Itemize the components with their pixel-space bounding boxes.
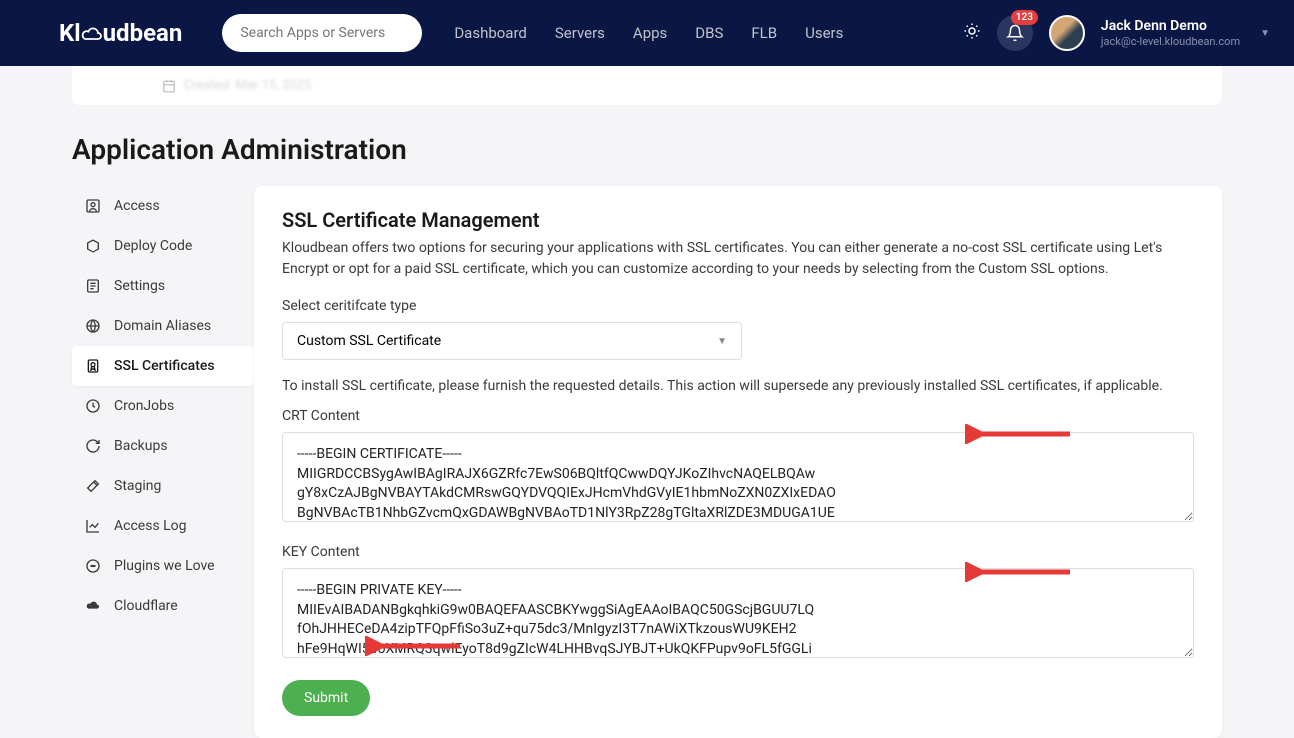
avatar[interactable] [1049,15,1085,51]
globe-icon [84,317,102,335]
logo[interactable]: Kludbean [59,19,182,47]
user-info[interactable]: Jack Denn Demo jack@c-level.kloudbean.co… [1101,17,1240,49]
sliders-icon [84,277,102,295]
sidebar-item-plugins[interactable]: Plugins we Love [72,546,254,586]
refresh-icon [84,437,102,455]
calendar-icon [162,79,176,93]
panel-title: SSL Certificate Management [282,208,1194,232]
crt-textarea[interactable] [282,432,1194,522]
bell-icon [1006,24,1024,42]
sidebar-item-label: Backups [114,438,168,454]
sidebar-item-staging[interactable]: Staging [72,466,254,506]
clock-icon [84,397,102,415]
select-value: Custom SSL Certificate [297,333,441,349]
search-box[interactable] [222,14,422,52]
nav-users[interactable]: Users [805,24,843,42]
sidebar-item-ssl[interactable]: SSL Certificates [72,346,254,386]
sidebar-item-label: Plugins we Love [114,558,215,574]
sidebar-item-label: CronJobs [114,398,174,414]
sidebar-item-cron[interactable]: CronJobs [72,386,254,426]
submit-button[interactable]: Submit [282,680,370,716]
sidebar-item-label: Access [114,198,160,214]
main-nav: Dashboard Servers Apps DBS FLB Users [454,24,843,42]
crt-label: CRT Content [282,408,1194,424]
sidebar-item-cloudflare[interactable]: Cloudflare [72,586,254,626]
main-layout: Access Deploy Code Settings Domain Alias… [72,186,1222,738]
sidebar-item-domain[interactable]: Domain Aliases [72,306,254,346]
nav-apps[interactable]: Apps [633,24,667,42]
install-help-text: To install SSL certificate, please furni… [282,378,1194,394]
sidebar-item-deploy[interactable]: Deploy Code [72,226,254,266]
sidebar-item-accesslog[interactable]: Access Log [72,506,254,546]
nav-dbs[interactable]: DBS [695,24,723,42]
sidebar-item-label: Deploy Code [114,238,192,254]
header-right: 123 Jack Denn Demo jack@c-level.kloudbea… [963,15,1270,51]
created-text: Created: Mar 15, 2025 [184,78,311,93]
cube-icon [84,237,102,255]
cloud-icon [84,597,102,615]
nav-dashboard[interactable]: Dashboard [454,24,527,42]
logo-text: Kludbean [59,19,182,47]
select-label: Select ceritifcate type [282,298,1194,314]
sidebar-item-label: Access Log [114,518,187,534]
chart-icon [84,517,102,535]
key-textarea[interactable] [282,568,1194,658]
sun-icon[interactable] [963,22,981,44]
panel-description: Kloudbean offers two options for securin… [282,238,1194,280]
nav-servers[interactable]: Servers [555,24,605,42]
user-name: Jack Denn Demo [1101,17,1240,35]
chevron-down-icon[interactable]: ▼ [1260,28,1270,39]
notification-badge: 123 [1011,10,1038,25]
sidebar-item-label: SSL Certificates [114,358,215,374]
search-input[interactable] [240,25,404,41]
created-row: Created: Mar 15, 2025 [72,66,1222,105]
nav-flb[interactable]: FLB [751,24,777,42]
sidebar-item-label: Cloudflare [114,598,178,614]
user-email: jack@c-level.kloudbean.com [1101,35,1240,49]
key-label: KEY Content [282,544,1194,560]
user-square-icon [84,197,102,215]
world-icon [84,557,102,575]
notification-button[interactable]: 123 [997,15,1033,51]
caret-down-icon: ▼ [717,336,727,347]
sidebar-item-label: Domain Aliases [114,318,211,334]
sidebar-item-label: Staging [114,478,161,494]
cert-type-row: Select ceritifcate type Custom SSL Certi… [282,298,1194,360]
sidebar-item-label: Settings [114,278,165,294]
page-title: Application Administration [72,133,1222,166]
sidebar: Access Deploy Code Settings Domain Alias… [72,186,254,738]
app-header: Kludbean Dashboard Servers Apps DBS FLB … [0,0,1294,66]
sidebar-item-backups[interactable]: Backups [72,426,254,466]
certificate-icon [84,357,102,375]
sidebar-item-settings[interactable]: Settings [72,266,254,306]
sidebar-item-access[interactable]: Access [72,186,254,226]
wand-icon [84,477,102,495]
content-panel: SSL Certificate Management Kloudbean off… [254,186,1222,738]
cert-type-select[interactable]: Custom SSL Certificate ▼ [282,322,742,360]
